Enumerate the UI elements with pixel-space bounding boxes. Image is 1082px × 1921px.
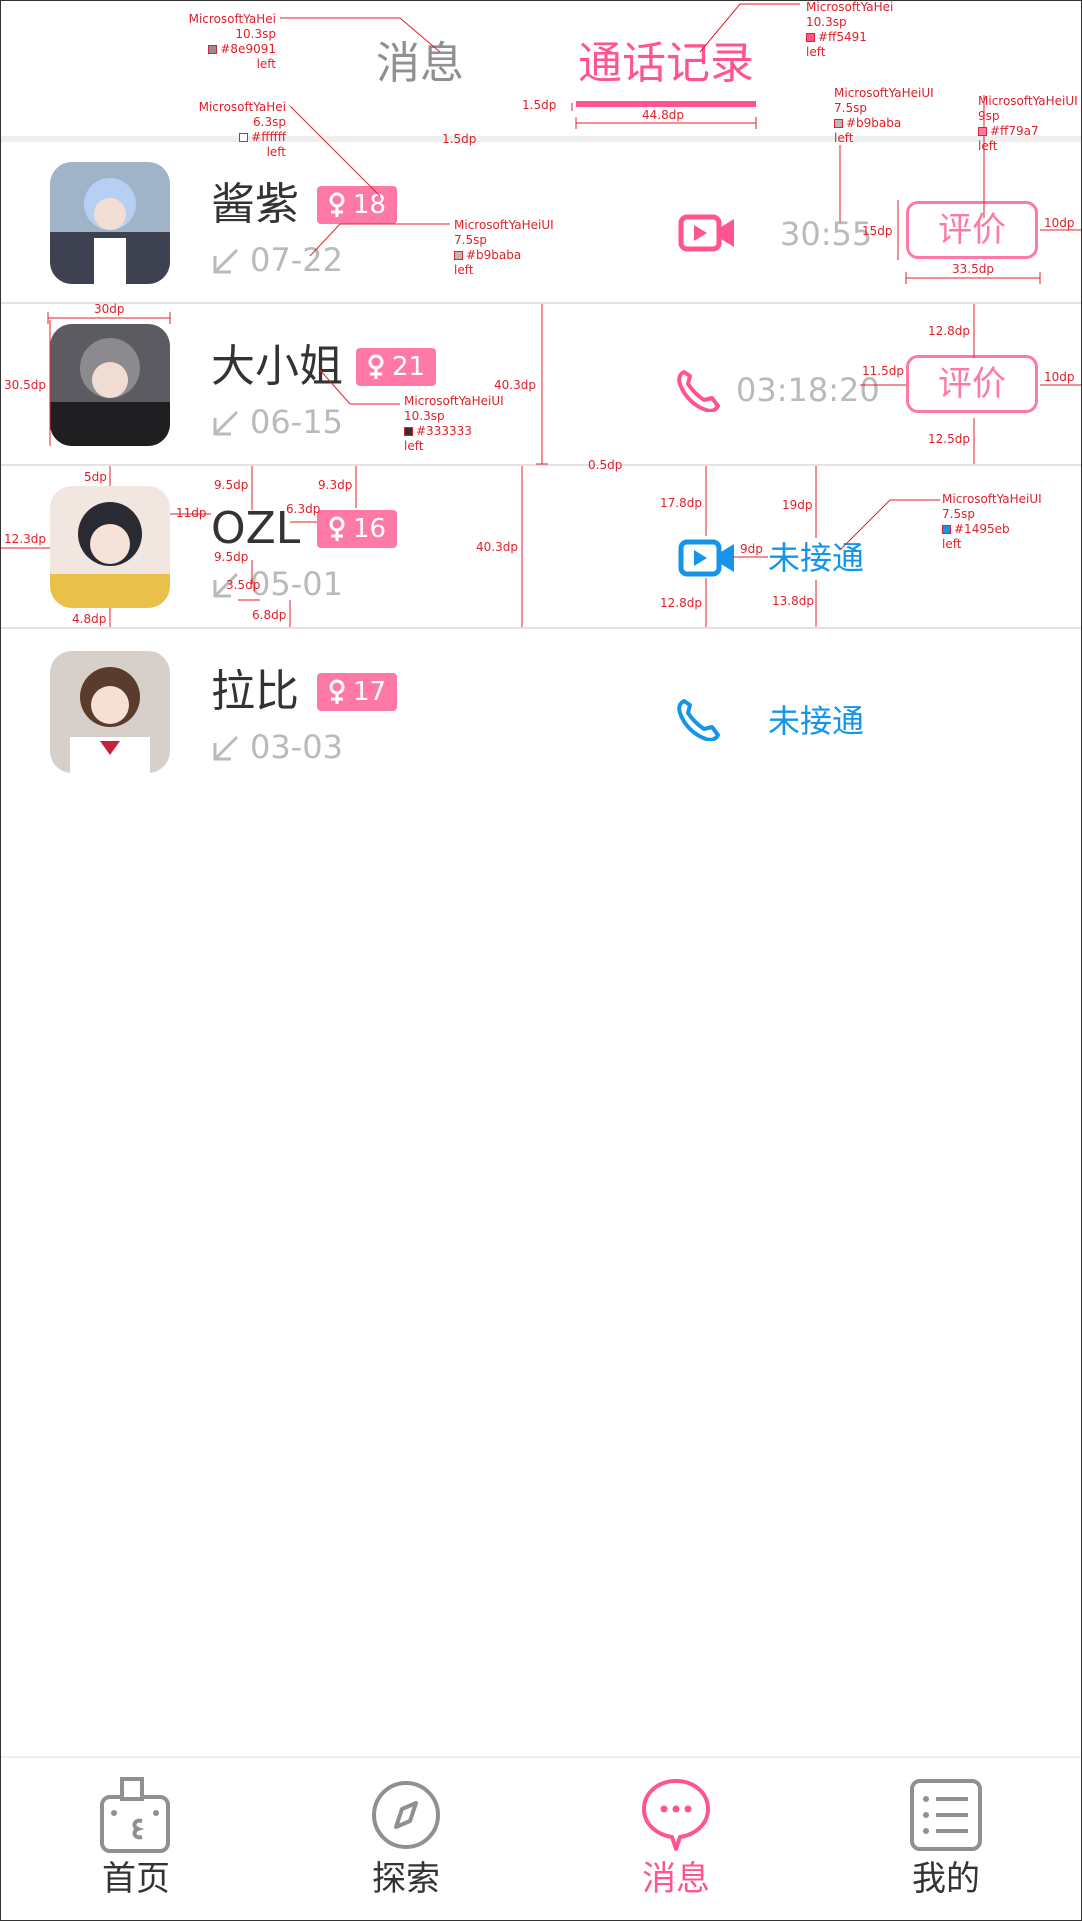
- nav-label: 消息: [642, 1859, 710, 1899]
- nav-item-profile[interactable]: 我的: [876, 1775, 1016, 1905]
- female-icon: [329, 679, 345, 704]
- nav-label: 探索: [372, 1859, 440, 1899]
- tab-call-records[interactable]: 通话记录: [578, 38, 754, 90]
- avatar[interactable]: [50, 651, 170, 773]
- nav-label: 我的: [912, 1859, 980, 1899]
- avatar[interactable]: [50, 162, 170, 284]
- annot-dim: 10dp: [1044, 370, 1075, 384]
- annot-dim: 30dp: [94, 302, 125, 316]
- annot-dim: 10dp: [1044, 216, 1075, 230]
- annot-dim: 9.5dp: [214, 550, 249, 564]
- annot-dim: 40.3dp: [494, 378, 536, 392]
- incoming-arrow-icon: [213, 248, 239, 274]
- contact-name: 大小姐: [211, 341, 343, 392]
- age-badge: 16: [317, 510, 397, 548]
- voice-call-icon[interactable]: [676, 697, 736, 741]
- annot-dim: 9dp: [740, 542, 763, 556]
- annot-duration: MicrosoftYaHeiUI 7.5sp #b9baba left: [834, 86, 934, 145]
- age-value: 18: [353, 190, 387, 220]
- annot-dim: 11.5dp: [862, 364, 904, 378]
- call-duration: 03:18:20: [736, 371, 880, 409]
- call-row[interactable]: 大小姐 21 06-15 03:18:20 评价: [0, 304, 1082, 466]
- avatar-photo: [50, 651, 170, 773]
- avatar-photo: [50, 324, 170, 446]
- annot-dim: 13.8dp: [772, 594, 814, 608]
- tab-active-underline: [576, 101, 756, 107]
- annot-dim: 3.5dp: [226, 578, 261, 592]
- annot-dim: 40.3dp: [476, 540, 518, 554]
- voice-call-icon[interactable]: [676, 368, 736, 412]
- avatar[interactable]: [50, 324, 170, 446]
- annot-dim: 9.3dp: [318, 478, 353, 492]
- call-duration: 30:55: [780, 215, 873, 253]
- call-date: 07-22: [250, 241, 343, 279]
- age-badge: 17: [317, 673, 397, 711]
- annot-dim: 33.5dp: [952, 262, 994, 276]
- rate-button[interactable]: 评价: [906, 201, 1038, 259]
- avatar-photo: [50, 162, 170, 284]
- annot-dim: 12.8dp: [660, 596, 702, 610]
- call-date: 05-01: [250, 565, 343, 603]
- annot-dim: 6.8dp: [252, 608, 287, 622]
- incoming-arrow-icon: [213, 410, 239, 436]
- annot-dim: 11dp: [176, 506, 207, 520]
- nav-item-messages[interactable]: 消息: [606, 1775, 746, 1905]
- nav-label: 首页: [102, 1859, 170, 1899]
- annot-dim: 12.8dp: [928, 324, 970, 338]
- annot-rate: MicrosoftYaHeiUI 9sp #ff79a7 left: [978, 94, 1078, 153]
- message-icon: [642, 1779, 710, 1851]
- age-badge: 21: [356, 348, 436, 386]
- call-row[interactable]: 拉比 17 03-03 未接通: [0, 629, 1082, 791]
- annot-dim: 30.5dp: [4, 378, 46, 392]
- annot-underline-h: 1.5dp: [522, 98, 557, 112]
- annot-dim: 12.3dp: [4, 532, 46, 546]
- contact-name: 酱紫: [211, 179, 299, 230]
- annot-dim: 15dp: [862, 224, 893, 238]
- nav-item-home[interactable]: 首页: [66, 1775, 206, 1905]
- annot-badge: MicrosoftYaHei 6.3sp #ffffff left: [198, 100, 286, 159]
- female-icon: [329, 192, 345, 217]
- annot-dim: 0.5dp: [588, 458, 623, 472]
- age-badge: 18: [317, 186, 397, 224]
- compass-icon: [372, 1781, 440, 1849]
- home-icon: [100, 1777, 170, 1853]
- annot-underline-w: 44.8dp: [642, 108, 684, 122]
- age-value: 16: [353, 514, 387, 544]
- age-value: 17: [353, 677, 387, 707]
- annot-tab-msg: MicrosoftYaHei 10.3sp #8e9091 left: [188, 12, 276, 71]
- contact-name: 拉比: [211, 666, 299, 717]
- annot-date: MicrosoftYaHeiUI 7.5sp #b9baba left: [454, 218, 554, 277]
- video-call-icon[interactable]: [678, 211, 738, 255]
- tab-messages[interactable]: 消息: [376, 38, 464, 90]
- annot-dim: 4.8dp: [72, 612, 107, 626]
- annot-dim: 5dp: [84, 470, 107, 484]
- video-call-icon[interactable]: [678, 536, 738, 580]
- avatar-photo: [50, 486, 170, 608]
- annot-missed: MicrosoftYaHeiUI 7.5sp #1495eb left: [942, 492, 1042, 551]
- bottom-separator: [0, 1756, 1082, 1758]
- annot-dim: 12.5dp: [928, 432, 970, 446]
- call-date: 06-15: [250, 403, 343, 441]
- call-status-missed: 未接通: [768, 702, 865, 740]
- incoming-arrow-icon: [213, 735, 239, 761]
- annot-dim: 17.8dp: [660, 496, 702, 510]
- rate-button[interactable]: 评价: [906, 355, 1038, 413]
- annot-sep-h: 1.5dp: [442, 132, 477, 146]
- annot-tab-calls: MicrosoftYaHei 10.3sp #ff5491 left: [806, 0, 894, 59]
- call-status-missed: 未接通: [768, 539, 865, 577]
- annot-dim: 19dp: [782, 498, 813, 512]
- female-icon: [368, 354, 384, 379]
- call-date: 03-03: [250, 728, 343, 766]
- call-row[interactable]: OZL 16 05-01 未接通: [0, 466, 1082, 628]
- nav-item-explore[interactable]: 探索: [336, 1775, 476, 1905]
- annot-dim: 9.5dp: [214, 478, 249, 492]
- age-value: 21: [392, 352, 426, 382]
- annot-name: MicrosoftYaHeiUI 10.3sp #333333 left: [404, 394, 504, 453]
- avatar[interactable]: [50, 486, 170, 608]
- annot-dim: 6.3dp: [286, 502, 321, 516]
- female-icon: [329, 516, 345, 541]
- list-icon: [910, 1779, 982, 1851]
